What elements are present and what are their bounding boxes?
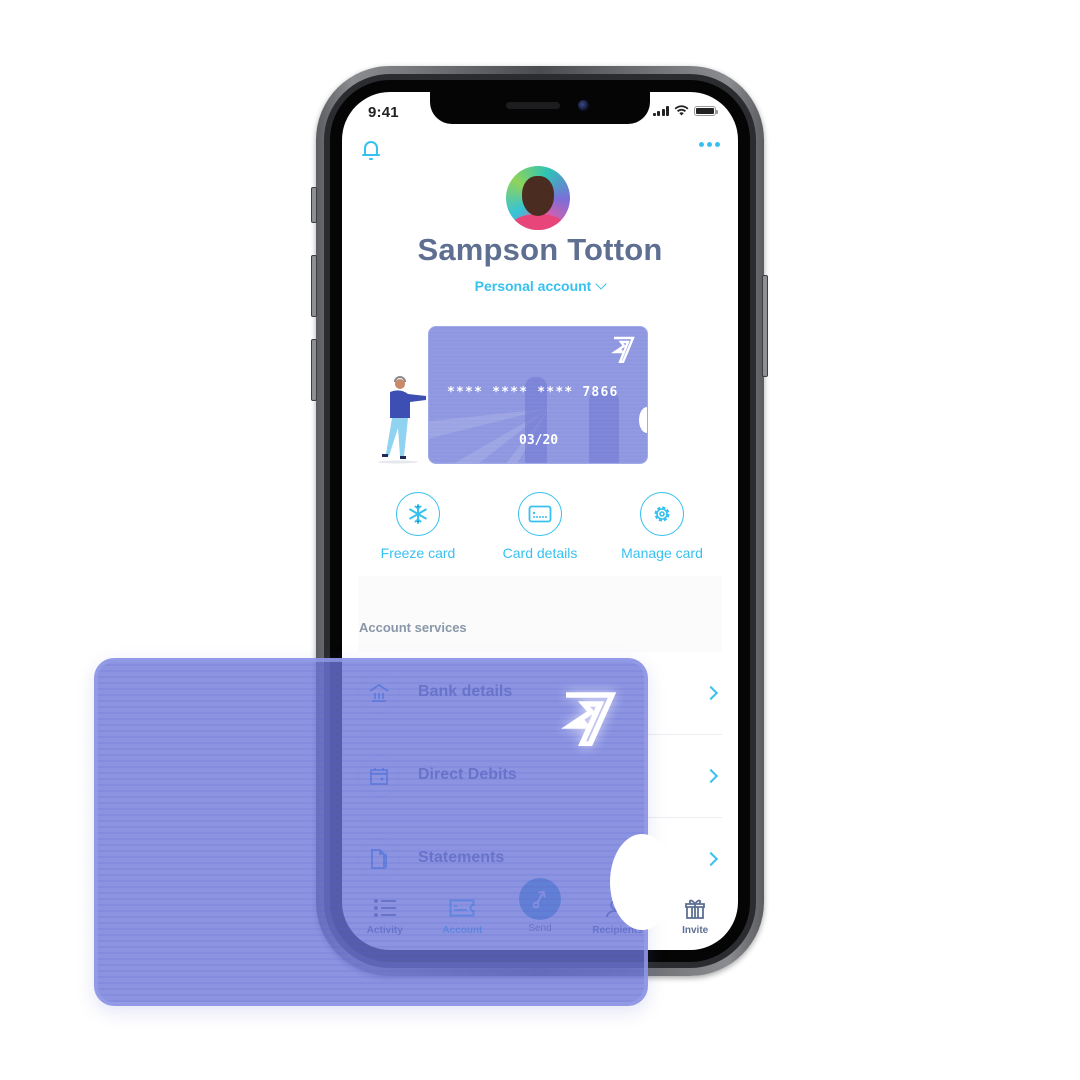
status-time: 9:41 xyxy=(368,104,399,121)
camera xyxy=(578,100,589,111)
card-expiry: 03/20 xyxy=(519,433,559,448)
bell-icon[interactable] xyxy=(360,138,382,162)
account-type-label: Personal account xyxy=(474,278,592,294)
chevron-right-icon xyxy=(703,768,719,784)
snowflake-icon xyxy=(409,504,427,524)
gift-icon xyxy=(685,899,706,919)
card-number: **** **** **** 7866 xyxy=(447,385,619,400)
card-details-circle xyxy=(518,492,562,536)
status-icons xyxy=(652,105,718,116)
manage-card-circle xyxy=(640,492,684,536)
manage-card-button[interactable]: Manage card xyxy=(602,492,722,561)
overlay-card-graphic xyxy=(94,658,674,1006)
services-header: Account services xyxy=(358,576,722,652)
wifi-icon xyxy=(674,105,689,116)
chevron-down-icon xyxy=(595,278,608,290)
card-illustration: **** **** **** 7866 03/20 xyxy=(372,324,652,466)
freeze-card-circle xyxy=(396,492,440,536)
tab-label: Invite xyxy=(682,925,709,936)
card-details-label: Card details xyxy=(502,545,578,561)
manage-card-label: Manage card xyxy=(621,545,703,561)
wise-logo-icon xyxy=(560,692,616,746)
card-figure-right xyxy=(589,389,619,463)
avatar-shirt xyxy=(512,214,564,230)
volume-down-button xyxy=(311,339,317,401)
card-details-button[interactable]: Card details xyxy=(480,492,600,561)
power-button xyxy=(762,275,768,377)
wise-logo-icon xyxy=(611,336,635,363)
speaker xyxy=(506,102,560,109)
card-notch xyxy=(639,407,647,433)
chevron-right-icon xyxy=(703,685,719,701)
services-title: Account services xyxy=(359,620,467,635)
dot xyxy=(715,142,720,147)
volume-up-button xyxy=(311,255,317,317)
freeze-card-label: Freeze card xyxy=(380,545,456,561)
signal-icon xyxy=(652,105,669,116)
account-switcher[interactable]: Personal account xyxy=(342,278,738,294)
gear-icon xyxy=(654,506,670,522)
avatar-face xyxy=(522,176,554,216)
dot xyxy=(699,142,704,147)
notch xyxy=(430,92,650,124)
dot xyxy=(707,142,712,147)
card-icon xyxy=(528,505,552,523)
user-name: Sampson Totton xyxy=(417,232,663,267)
more-options-button[interactable] xyxy=(699,142,720,147)
person-illustration xyxy=(378,376,426,464)
card-actions: Freeze card Card details Manage card xyxy=(358,492,722,561)
freeze-card-button[interactable]: Freeze card xyxy=(358,492,478,561)
overlay-card-notch xyxy=(610,834,674,930)
battery-icon xyxy=(694,105,718,116)
debit-card[interactable]: **** **** **** 7866 03/20 xyxy=(428,326,648,464)
avatar[interactable] xyxy=(506,166,570,230)
chevron-right-icon xyxy=(703,851,719,867)
mute-switch xyxy=(311,187,317,223)
